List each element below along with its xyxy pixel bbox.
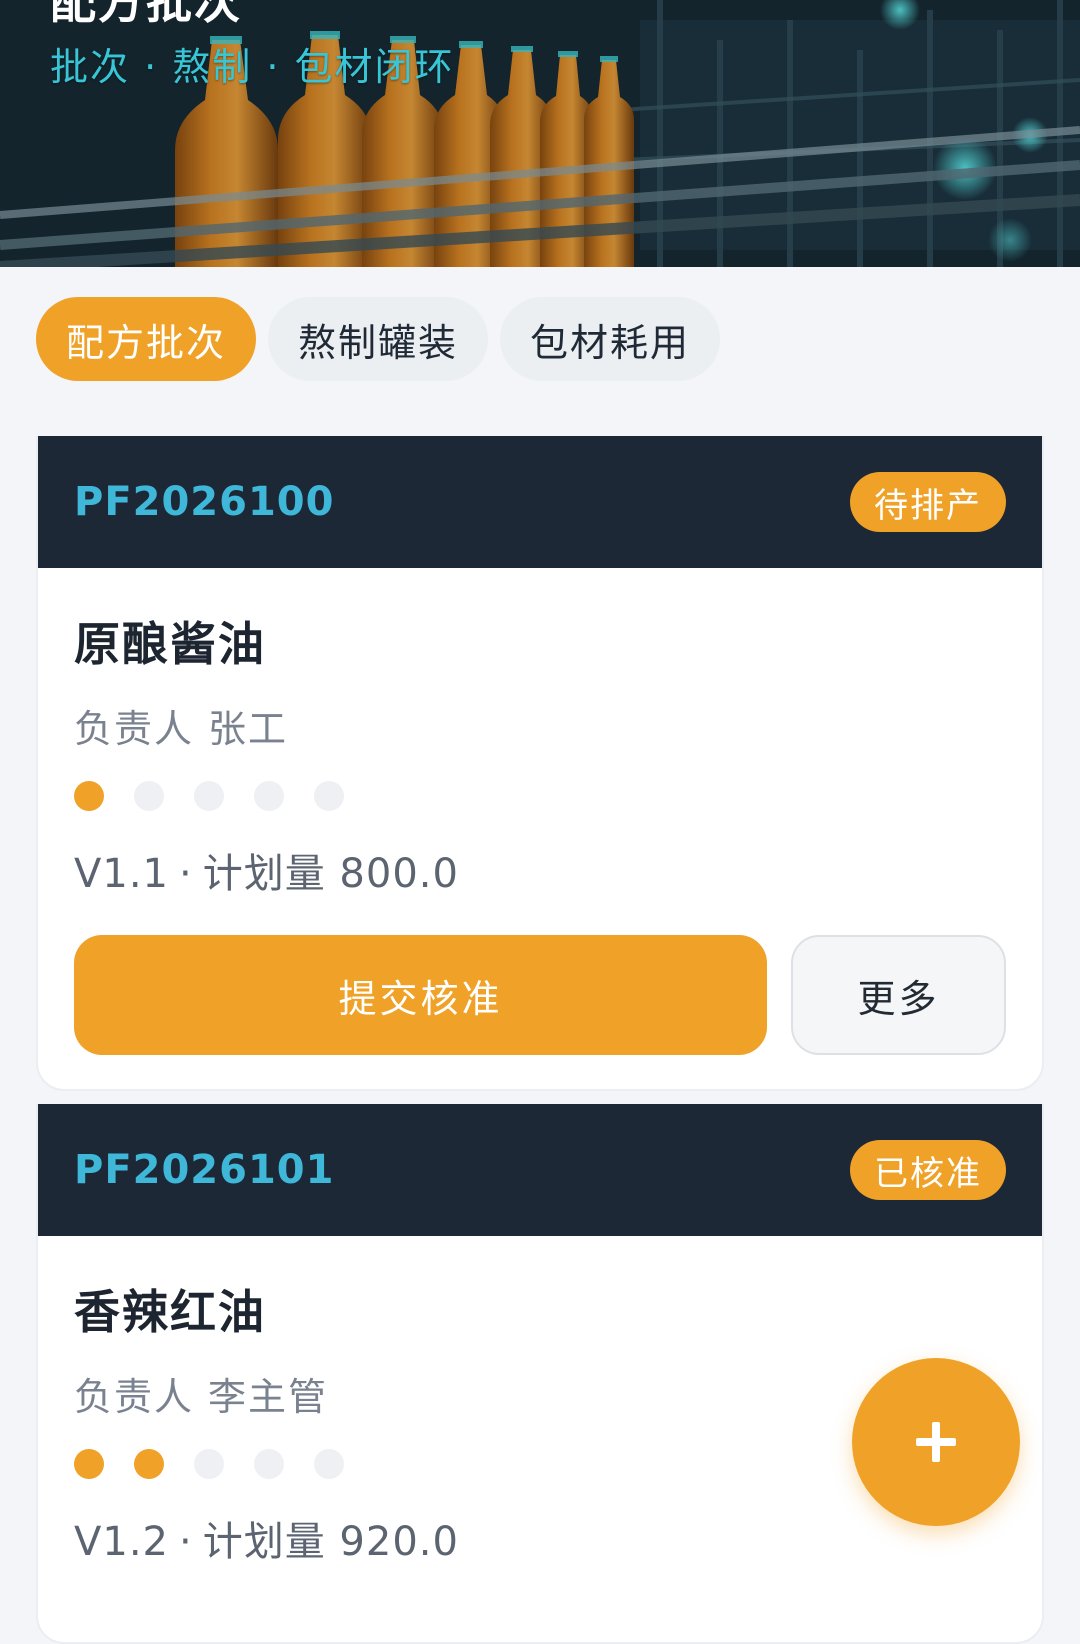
tab-packaging-usage[interactable]: 包材耗用: [500, 297, 721, 381]
hero-banner: 配方批次 批次 · 熬制 · 包材闭环: [0, 0, 1080, 267]
step-dot-pending: [134, 781, 164, 811]
batch-card-header: PF2026101 已核准: [38, 1104, 1042, 1236]
plan-quantity: 920.0: [339, 1519, 459, 1565]
step-dot-pending: [254, 1449, 284, 1479]
step-dot-pending: [314, 781, 344, 811]
tab-recipe-batch[interactable]: 配方批次: [36, 297, 257, 381]
progress-steps: [74, 781, 1006, 811]
batch-card-header: PF2026100 待排产: [38, 436, 1042, 568]
step-dot-pending: [194, 781, 224, 811]
step-dot-pending: [194, 1449, 224, 1479]
version: V1.2: [74, 1519, 169, 1565]
owner-label: 负责人: [74, 707, 195, 751]
step-dot-done: [74, 1449, 104, 1479]
tab-bar: 配方批次 熬制罐装 包材耗用: [36, 297, 721, 381]
step-dot-done: [74, 781, 104, 811]
page-subtitle: 批次 · 熬制 · 包材闭环: [50, 45, 455, 89]
owner-name: 张工: [208, 707, 289, 751]
batch-card[interactable]: PF2026100 待排产 原酿酱油 负责人 张工 V1.1 · 计划量 800.0 …: [36, 436, 1044, 1091]
product-name: 香辣红油: [74, 1285, 266, 1339]
version-plan-line: V1.1 · 计划量 800.0: [74, 851, 459, 897]
step-dot-pending: [314, 1449, 344, 1479]
submit-approval-button[interactable]: 提交核准: [74, 935, 767, 1055]
plan-label: 计划量: [202, 851, 326, 897]
tab-boil-fill[interactable]: 熬制罐装: [268, 297, 489, 381]
step-dot-pending: [254, 781, 284, 811]
step-dot-done: [134, 1449, 164, 1479]
plus-icon: [916, 1422, 956, 1462]
owner-label: 负责人: [74, 1375, 195, 1419]
batch-number: PF2026100: [74, 479, 335, 525]
version-plan-line: V1.2 · 计划量 920.0: [74, 1519, 459, 1565]
more-button[interactable]: 更多: [790, 935, 1006, 1055]
version: V1.1: [74, 851, 169, 897]
plan-quantity: 800.0: [339, 851, 459, 897]
owner-name: 李主管: [208, 1375, 329, 1419]
batch-number: PF2026101: [74, 1147, 335, 1193]
page-title: 配方批次: [50, 0, 242, 29]
status-badge: 已核准: [850, 1140, 1006, 1200]
product-name: 原酿酱油: [74, 617, 266, 671]
add-batch-button[interactable]: [852, 1358, 1020, 1526]
status-badge: 待排产: [850, 472, 1006, 532]
plan-label: 计划量: [202, 1519, 326, 1565]
owner-line: 负责人 张工: [74, 698, 1006, 753]
